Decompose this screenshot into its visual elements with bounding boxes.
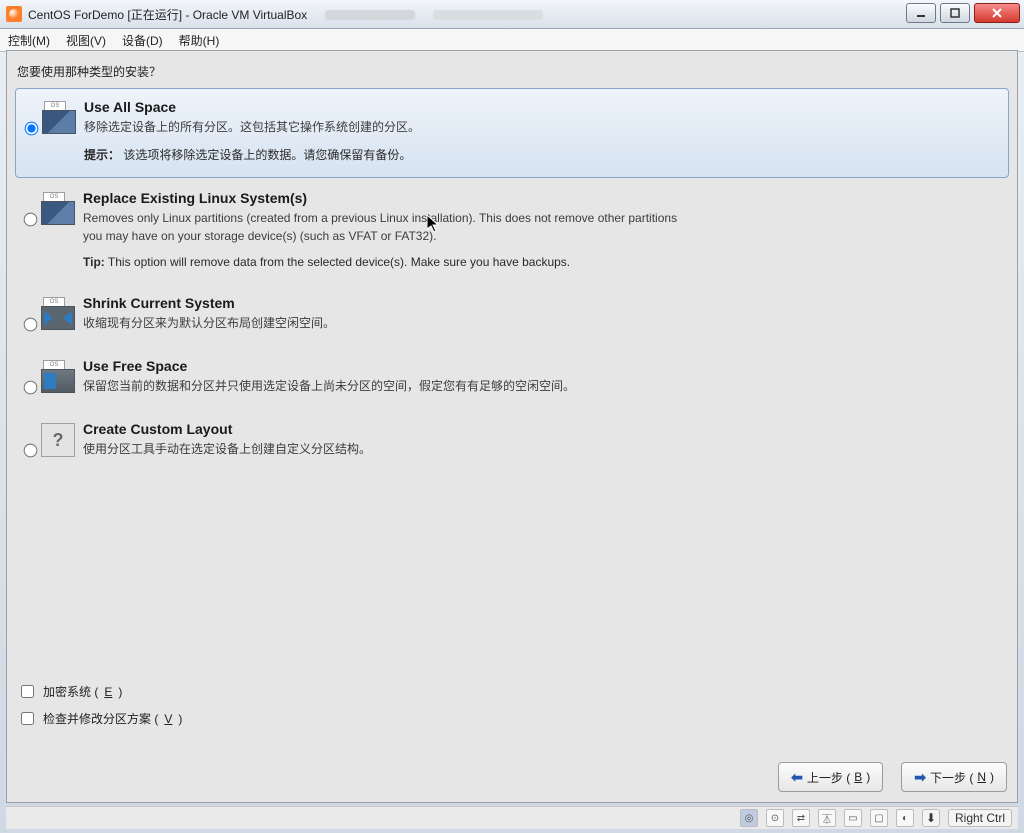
review-label-pre: 检查并修改分区方案 (: [43, 710, 158, 727]
review-label-post: ): [178, 712, 182, 726]
next-accel: N: [977, 770, 986, 784]
option-title: Create Custom Layout: [83, 421, 1001, 437]
encrypt-label-post: ): [118, 685, 122, 699]
option-replace-linux[interactable]: OS Replace Existing Linux System(s) Remo…: [15, 180, 1009, 283]
back-accel: B: [854, 770, 862, 784]
mouse-integration-icon[interactable]: ◐: [896, 809, 914, 827]
minimize-button[interactable]: [906, 3, 936, 23]
menu-view[interactable]: 视图(V): [66, 32, 106, 49]
menu-control[interactable]: 控制(M): [8, 32, 50, 49]
encrypt-system-checkbox[interactable]: 加密系统 ( E): [17, 682, 182, 701]
wizard-nav-buttons: ⬅ 上一步 ( B) ➡ 下一步 ( N): [778, 762, 1007, 792]
option-desc: Removes only Linux partitions (created f…: [83, 209, 683, 245]
window-title: CentOS ForDemo [正在运行] - Oracle VM Virtua…: [28, 6, 307, 23]
option-tip: 提示： 该选项将移除选定设备上的数据。请您确保留有备份。: [84, 146, 1000, 163]
maximize-button[interactable]: [940, 3, 970, 23]
window-controls: [906, 3, 1020, 23]
option-use-all-space[interactable]: OS Use All Space 移除选定设备上的所有分区。这包括其它操作系统创…: [15, 88, 1009, 178]
option-custom-layout[interactable]: ? Create Custom Layout 使用分区工具手动在选定设备上创建自…: [15, 411, 1009, 472]
radio-replace-linux[interactable]: [23, 213, 37, 227]
tip-text: 该选项将移除选定设备上的数据。请您确保留有备份。: [123, 148, 411, 162]
installer-heading: 您要使用那种类型的安装？: [17, 63, 1009, 80]
network-icon[interactable]: ⇄: [792, 809, 810, 827]
option-free-space[interactable]: OS Use Free Space 保留您当前的数据和分区并只使用选定设备上尚未…: [15, 348, 1009, 409]
option-desc: 保留您当前的数据和分区并只使用选定设备上尚未分区的空间，假定您有有足够的空闲空间…: [83, 377, 683, 395]
optical-disk-icon[interactable]: ⊙: [766, 809, 784, 827]
hard-disk-icon[interactable]: ◎: [740, 809, 758, 827]
review-checkbox-input[interactable]: [21, 712, 34, 725]
tip-label: 提示：: [84, 148, 120, 162]
encrypt-accel: E: [104, 685, 112, 699]
radio-shrink[interactable]: [23, 318, 37, 332]
encrypt-label-pre: 加密系统 (: [43, 683, 98, 700]
disk-icon: OS: [42, 101, 74, 133]
bottom-checkboxes: 加密系统 ( E) 检查并修改分区方案 ( V): [17, 682, 182, 736]
option-title: Shrink Current System: [83, 295, 1001, 311]
radio-custom-layout[interactable]: [23, 444, 37, 458]
close-button[interactable]: [974, 3, 1020, 23]
menu-help[interactable]: 帮助(H): [179, 32, 220, 49]
virtualbox-statusbar: ◎ ⊙ ⇄ ⏄ ▭ ▢ ◐ ⬇ Right Ctrl: [6, 806, 1018, 829]
install-type-options: OS Use All Space 移除选定设备上的所有分区。这包括其它操作系统创…: [15, 88, 1009, 472]
hostkey-indicator-icon[interactable]: ⬇: [922, 809, 940, 827]
review-partition-checkbox[interactable]: 检查并修改分区方案 ( V): [17, 709, 182, 728]
option-tip: Tip: This option will remove data from t…: [83, 255, 1001, 269]
tip-label: Tip:: [83, 255, 105, 269]
option-desc: 移除选定设备上的所有分区。这包括其它操作系统创建的分区。: [84, 118, 684, 136]
option-title: Replace Existing Linux System(s): [83, 190, 1001, 206]
usb-icon[interactable]: ⏄: [818, 809, 836, 827]
review-accel: V: [164, 712, 172, 726]
option-title: Use All Space: [84, 99, 1000, 115]
menubar: 控制(M) 视图(V) 设备(D) 帮助(H): [0, 29, 1024, 52]
encrypt-checkbox-input[interactable]: [21, 685, 34, 698]
radio-free-space[interactable]: [23, 381, 37, 395]
option-title: Use Free Space: [83, 358, 1001, 374]
radio-use-all-space[interactable]: [24, 122, 38, 136]
option-desc: 收缩现有分区来为默认分区布局创建空闲空间。: [83, 314, 683, 332]
question-icon: ?: [41, 423, 75, 457]
back-label-pre: 上一步 (: [807, 769, 850, 786]
next-label-pre: 下一步 (: [930, 769, 973, 786]
option-shrink[interactable]: OS Shrink Current System 收缩现有分区来为默认分区布局创…: [15, 285, 1009, 346]
option-desc: 使用分区工具手动在选定设备上创建自定义分区结构。: [83, 440, 683, 458]
guest-display: 您要使用那种类型的安装？ OS Use All Space 移除选定设备上的所有…: [6, 50, 1018, 803]
titlebar[interactable]: CentOS ForDemo [正在运行] - Oracle VM Virtua…: [0, 0, 1024, 29]
virtualbox-window: CentOS ForDemo [正在运行] - Oracle VM Virtua…: [0, 0, 1024, 833]
disk-icon: OS: [41, 192, 73, 224]
virtualbox-logo-icon: [6, 6, 22, 22]
background-window-hints: [325, 7, 542, 21]
menu-devices[interactable]: 设备(D): [122, 32, 163, 49]
disk-icon: OS: [41, 297, 73, 329]
shared-folder-icon[interactable]: ▭: [844, 809, 862, 827]
disk-icon: OS: [41, 360, 73, 392]
installer-content: 您要使用那种类型的安装？ OS Use All Space 移除选定设备上的所有…: [15, 59, 1009, 744]
back-button[interactable]: ⬅ 上一步 ( B): [778, 762, 883, 792]
arrow-right-icon: ➡: [914, 769, 926, 786]
display-icon[interactable]: ▢: [870, 809, 888, 827]
tip-text: This option will remove data from the se…: [108, 255, 570, 269]
next-label-post: ): [990, 770, 994, 784]
back-label-post: ): [866, 770, 870, 784]
hostkey-label[interactable]: Right Ctrl: [948, 809, 1012, 827]
arrow-left-icon: ⬅: [791, 769, 803, 786]
next-button[interactable]: ➡ 下一步 ( N): [901, 762, 1007, 792]
